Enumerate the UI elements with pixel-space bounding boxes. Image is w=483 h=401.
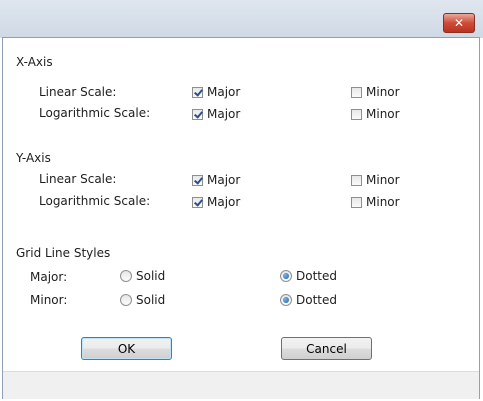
y-linear-major-label[interactable]: Major: [207, 173, 240, 187]
x-log-minor-label[interactable]: Minor: [366, 107, 400, 121]
y-log-major-label[interactable]: Major: [207, 195, 240, 209]
x-log-minor-checkbox[interactable]: [351, 109, 362, 120]
grid-minor-label: Minor:: [30, 293, 68, 307]
x-linear-minor-checkbox[interactable]: [351, 87, 362, 98]
y-linear-minor-checkbox[interactable]: [351, 175, 362, 186]
y-axis-heading: Y-Axis: [16, 151, 51, 165]
x-log-label: Logarithmic Scale:: [39, 106, 151, 120]
y-log-label: Logarithmic Scale:: [39, 194, 151, 208]
dialog-footer: [3, 371, 479, 399]
grid-minor-solid-label[interactable]: Solid: [136, 293, 165, 307]
grid-styles-heading: Grid Line Styles: [16, 246, 111, 260]
x-log-major-label[interactable]: Major: [207, 107, 240, 121]
y-linear-major-checkbox[interactable]: [192, 175, 203, 186]
grid-major-dotted-radio[interactable]: [280, 270, 292, 282]
y-log-major-checkbox[interactable]: [192, 197, 203, 208]
grid-minor-dotted-radio[interactable]: [280, 294, 292, 306]
y-log-minor-label[interactable]: Minor: [366, 195, 400, 209]
x-linear-major-label[interactable]: Major: [207, 85, 240, 99]
grid-major-label: Major:: [30, 270, 68, 284]
grid-minor-dotted-label[interactable]: Dotted: [296, 293, 337, 307]
title-bar: [0, 0, 483, 38]
cancel-button[interactable]: Cancel: [281, 337, 372, 360]
ok-button[interactable]: OK: [81, 337, 172, 360]
x-linear-major-checkbox[interactable]: [192, 87, 203, 98]
grid-major-dotted-label[interactable]: Dotted: [296, 269, 337, 283]
grid-major-solid-label[interactable]: Solid: [136, 269, 165, 283]
close-button[interactable]: ✕: [443, 13, 475, 33]
x-axis-heading: X-Axis: [16, 55, 53, 69]
close-icon: ✕: [453, 16, 465, 30]
y-linear-label: Linear Scale:: [39, 172, 117, 186]
grid-minor-solid-radio[interactable]: [120, 294, 132, 306]
grid-major-solid-radio[interactable]: [120, 270, 132, 282]
x-log-major-checkbox[interactable]: [192, 109, 203, 120]
x-linear-minor-label[interactable]: Minor: [366, 85, 400, 99]
y-log-minor-checkbox[interactable]: [351, 197, 362, 208]
y-linear-minor-label[interactable]: Minor: [366, 173, 400, 187]
x-linear-label: Linear Scale:: [39, 85, 117, 99]
